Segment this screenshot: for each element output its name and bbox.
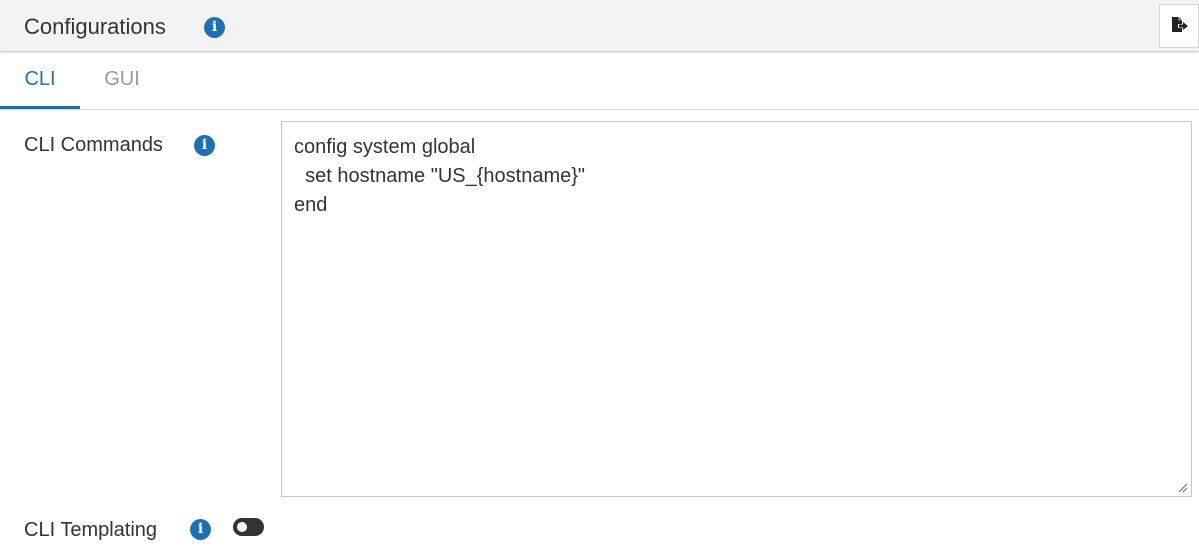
- info-icon[interactable]: i: [190, 519, 211, 540]
- cli-templating-label: CLI Templating: [24, 519, 158, 541]
- file-export-icon: [1172, 17, 1188, 32]
- export-button[interactable]: [1159, 4, 1199, 48]
- cli-commands-label: CLI Commands: [24, 134, 163, 156]
- page-title: Configurations: [24, 14, 166, 39]
- cli-commands-textarea[interactable]: config system global set hostname "US_{h…: [281, 121, 1192, 497]
- cli-templating-toggle[interactable]: [233, 518, 264, 536]
- panel-header: Configurations i: [0, 0, 1199, 52]
- config-tabs: CLI GUI: [0, 53, 1199, 110]
- toggle-knob: [237, 522, 247, 532]
- cli-line: end: [294, 194, 328, 216]
- info-icon[interactable]: i: [204, 17, 225, 38]
- cli-line: set hostname "US_{hostname}": [294, 165, 586, 187]
- tab-cli[interactable]: CLI: [0, 53, 80, 109]
- info-icon[interactable]: i: [194, 135, 215, 156]
- tab-gui[interactable]: GUI: [90, 53, 154, 109]
- resize-grip-icon[interactable]: [1178, 483, 1188, 493]
- cli-line: config system global: [294, 136, 476, 158]
